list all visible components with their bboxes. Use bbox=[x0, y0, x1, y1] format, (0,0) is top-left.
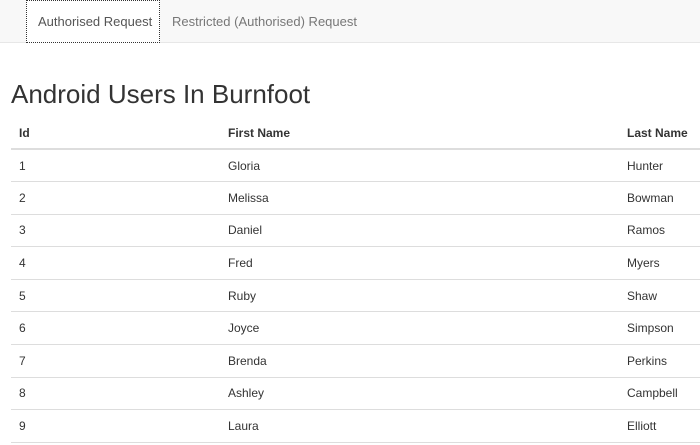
cell-id: 3 bbox=[11, 214, 220, 248]
table-row: 4 Fred Myers bbox=[11, 246, 700, 280]
tab-authorised-request[interactable]: Authorised Request bbox=[26, 0, 160, 43]
cell-first-name: Laura bbox=[220, 409, 619, 443]
cell-id: 4 bbox=[11, 246, 220, 280]
cell-first-name: Fred bbox=[220, 246, 619, 280]
table-row: 3 Daniel Ramos bbox=[11, 214, 700, 248]
cell-first-name: Ruby bbox=[220, 279, 619, 313]
navbar: Authorised Request Restricted (Authorise… bbox=[0, 0, 700, 43]
cell-id: 8 bbox=[11, 377, 220, 411]
cell-last-name: Shaw bbox=[619, 279, 700, 313]
cell-last-name: Perkins bbox=[619, 344, 700, 378]
tab-restricted-authorised-request[interactable]: Restricted (Authorised) Request bbox=[160, 0, 369, 43]
cell-first-name: Brenda bbox=[220, 344, 619, 378]
users-table: Id First Name Last Name 1 Gloria Hunter … bbox=[11, 117, 700, 443]
column-header-id: Id bbox=[11, 117, 220, 150]
cell-id: 2 bbox=[11, 181, 220, 215]
cell-id: 1 bbox=[11, 149, 220, 183]
table-row: 8 Ashley Campbell bbox=[11, 377, 700, 411]
cell-last-name: Campbell bbox=[619, 377, 700, 411]
cell-last-name: Hunter bbox=[619, 149, 700, 183]
cell-id: 6 bbox=[11, 311, 220, 346]
cell-first-name: Ashley bbox=[220, 377, 619, 411]
table-row: 6 Joyce Simpson bbox=[11, 311, 700, 346]
column-header-last-name: Last Name bbox=[619, 117, 700, 150]
cell-last-name: Ramos bbox=[619, 214, 700, 248]
cell-first-name: Melissa bbox=[220, 181, 619, 215]
cell-first-name: Joyce bbox=[220, 311, 619, 346]
cell-id: 9 bbox=[11, 409, 220, 443]
table-row: 9 Laura Elliott bbox=[11, 409, 700, 443]
cell-last-name: Simpson bbox=[619, 311, 700, 346]
nav-tabs: Authorised Request Restricted (Authorise… bbox=[26, 0, 369, 43]
table-row: 5 Ruby Shaw bbox=[11, 279, 700, 313]
cell-id: 5 bbox=[11, 279, 220, 313]
cell-last-name: Myers bbox=[619, 246, 700, 280]
column-header-first-name: First Name bbox=[220, 117, 619, 150]
table-header: Id First Name Last Name bbox=[11, 117, 700, 150]
cell-first-name: Gloria bbox=[220, 149, 619, 183]
table-body: 1 Gloria Hunter 2 Melissa Bowman 3 Danie… bbox=[11, 149, 700, 443]
table-row: 2 Melissa Bowman bbox=[11, 181, 700, 215]
cell-last-name: Bowman bbox=[619, 181, 700, 215]
cell-last-name: Elliott bbox=[619, 409, 700, 443]
cell-first-name: Daniel bbox=[220, 214, 619, 248]
cell-id: 7 bbox=[11, 344, 220, 378]
page-title: Android Users In Burnfoot bbox=[11, 79, 311, 109]
table-row: 7 Brenda Perkins bbox=[11, 344, 700, 378]
table-row: 1 Gloria Hunter bbox=[11, 149, 700, 183]
table-header-row: Id First Name Last Name bbox=[11, 117, 700, 150]
